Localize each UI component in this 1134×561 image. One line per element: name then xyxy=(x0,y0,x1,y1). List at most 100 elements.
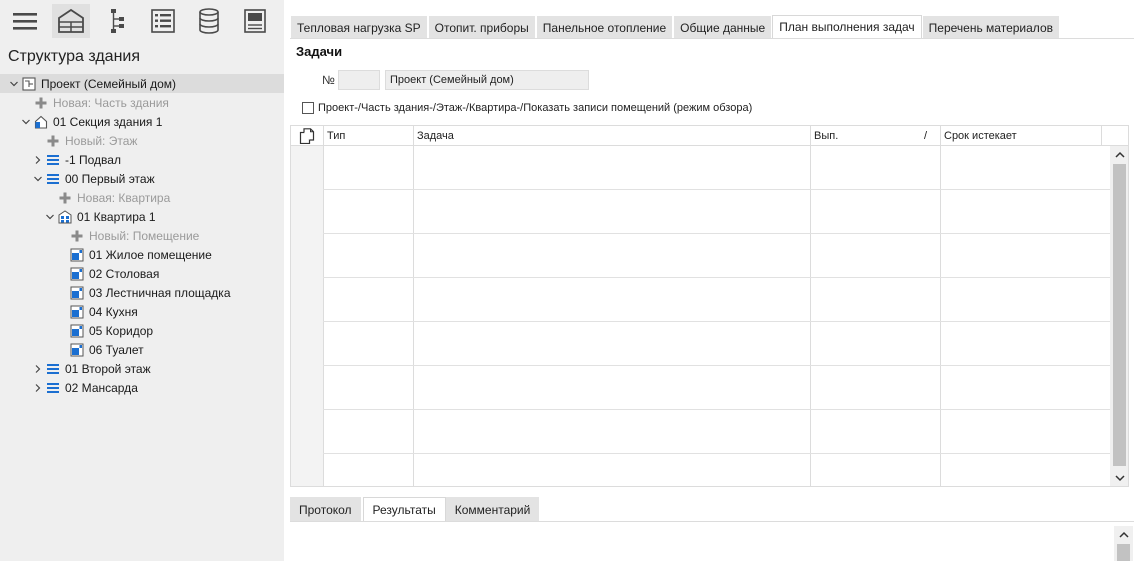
tree-expander[interactable] xyxy=(32,382,44,394)
tab-3[interactable]: Общие данные xyxy=(673,15,773,39)
room-icon xyxy=(70,248,84,262)
column-header-task[interactable]: Задача xyxy=(413,126,810,146)
panel-view-button[interactable] xyxy=(236,4,274,38)
tree-item[interactable]: 02 Мансарда xyxy=(0,378,284,397)
column-header-slash: / xyxy=(924,130,928,142)
tree-item[interactable]: -1 Подвал xyxy=(0,150,284,169)
chevron-right-icon xyxy=(35,155,41,164)
tree-item[interactable]: 05 Коридор xyxy=(0,321,284,340)
tree-item[interactable]: Проект (Семейный дом) xyxy=(0,74,284,93)
copy-button[interactable] xyxy=(299,128,315,145)
copy-icon xyxy=(299,128,315,145)
tab-divider xyxy=(290,38,1134,39)
tree-item[interactable]: 01 Второй этаж xyxy=(0,359,284,378)
tree-item-label: Проект (Семейный дом) xyxy=(41,76,177,91)
grid-body xyxy=(291,146,1110,486)
tree-item-label: 02 Мансарда xyxy=(65,380,138,395)
tab-2[interactable]: Панельное отопление xyxy=(535,15,674,39)
building-structure-title: Структура здания xyxy=(8,48,141,65)
number-field[interactable] xyxy=(338,70,380,90)
menu-icon xyxy=(13,13,37,30)
bottom-scroll-up-button[interactable] xyxy=(1118,529,1129,540)
tree-item[interactable]: 01 Жилое помещение xyxy=(0,245,284,264)
tree-expander[interactable] xyxy=(32,363,44,375)
room-icon xyxy=(70,267,84,281)
overview-mode-row[interactable]: Проект-/Часть здания-/Этаж-/Квартира-/По… xyxy=(302,102,752,114)
tree-item-label: 04 Кухня xyxy=(89,304,138,319)
table-row xyxy=(323,409,1110,410)
building-icon xyxy=(58,8,84,33)
scroll-down-button[interactable] xyxy=(1114,473,1125,484)
table-row xyxy=(323,277,1110,278)
tree-item[interactable]: Новый: Этаж xyxy=(0,131,284,150)
bottom-scrollbar[interactable] xyxy=(1114,526,1133,561)
tree-item-label: 03 Лестничная площадка xyxy=(89,285,231,300)
scroll-thumb[interactable] xyxy=(1113,164,1126,466)
tree-expander[interactable] xyxy=(20,116,32,128)
bottom-tab-1[interactable]: Результаты xyxy=(362,497,446,522)
bottom-tab-0[interactable]: Протокол xyxy=(290,497,363,522)
tab-1[interactable]: Отопит. приборы xyxy=(427,15,536,39)
hierarchy-view-button[interactable] xyxy=(98,4,136,38)
table-row xyxy=(323,233,1110,234)
tree-item[interactable]: 04 Кухня xyxy=(0,302,284,321)
column-divider xyxy=(323,146,324,486)
column-header-deadline[interactable]: Срок истекает xyxy=(940,126,1101,146)
database-view-button[interactable] xyxy=(190,4,228,38)
table-row xyxy=(323,321,1110,322)
tree-item[interactable]: 02 Столовая xyxy=(0,264,284,283)
panel-icon xyxy=(244,9,266,33)
apartment-icon xyxy=(58,209,72,224)
tree-expander[interactable] xyxy=(44,211,56,223)
tree-item-label: 05 Коридор xyxy=(89,323,154,338)
column-header-done[interactable]: Вып. xyxy=(810,126,920,146)
tree-item-label: Новый: Помещение xyxy=(89,228,200,243)
menu-button[interactable] xyxy=(6,4,44,38)
column-divider xyxy=(940,146,941,486)
row-header-column xyxy=(291,146,323,486)
chevron-right-icon xyxy=(35,383,41,392)
tree-item-label: 06 Туалет xyxy=(89,342,144,357)
tree-item[interactable]: 03 Лестничная площадка xyxy=(0,283,284,302)
tree-item-label: -1 Подвал xyxy=(65,152,121,167)
tree-item[interactable]: 00 Первый этаж xyxy=(0,169,284,188)
tree-item[interactable]: Новый: Помещение xyxy=(0,226,284,245)
overview-mode-label: Проект-/Часть здания-/Этаж-/Квартира-/По… xyxy=(318,102,753,114)
room-icon xyxy=(70,324,84,338)
column-divider xyxy=(413,146,414,486)
room-icon xyxy=(70,305,84,319)
tree-item[interactable]: 06 Туалет xyxy=(0,340,284,359)
overview-mode-checkbox[interactable] xyxy=(302,102,314,114)
tab-4[interactable]: План выполнения задач xyxy=(772,15,922,39)
plus-icon xyxy=(34,96,48,110)
chevron-right-icon xyxy=(35,364,41,373)
tree-item[interactable]: 01 Квартира 1 xyxy=(0,207,284,226)
column-header-type[interactable]: Тип xyxy=(323,126,413,146)
plus-icon xyxy=(58,191,72,205)
column-header-spacer xyxy=(1101,126,1128,146)
tree-item[interactable]: 01 Секция здания 1 xyxy=(0,112,284,131)
bottom-tab-divider xyxy=(290,521,1134,522)
tree-item[interactable]: Новая: Квартира xyxy=(0,188,284,207)
tree-item[interactable]: Новая: Часть здания xyxy=(0,93,284,112)
building-view-button[interactable] xyxy=(52,4,90,38)
main-content: Тепловая нагрузка SP Отопит. приборы Панел… xyxy=(284,0,1134,561)
hierarchy-icon xyxy=(111,9,124,33)
tree-expander[interactable] xyxy=(32,154,44,166)
tab-0[interactable]: Тепловая нагрузка SP xyxy=(290,15,428,39)
bottom-tabs: Протокол Результаты Комментарий xyxy=(290,497,542,522)
tree-expander[interactable] xyxy=(32,173,44,185)
bottom-tab-2[interactable]: Комментарий xyxy=(445,497,542,522)
bottom-scroll-thumb[interactable] xyxy=(1117,544,1130,561)
floor-icon xyxy=(46,172,60,186)
scroll-up-button[interactable] xyxy=(1114,149,1125,160)
chevron-up-icon xyxy=(1114,151,1125,158)
plus-icon xyxy=(46,134,60,148)
grid-scrollbar[interactable] xyxy=(1110,146,1128,486)
object-name-field[interactable]: Проект (Семейный дом) xyxy=(385,70,589,90)
chevron-down-icon xyxy=(34,176,42,181)
list-view-button[interactable] xyxy=(144,4,182,38)
room-icon xyxy=(70,286,84,300)
tab-5[interactable]: Перечень материалов xyxy=(921,15,1060,39)
tree-expander[interactable] xyxy=(8,78,20,90)
